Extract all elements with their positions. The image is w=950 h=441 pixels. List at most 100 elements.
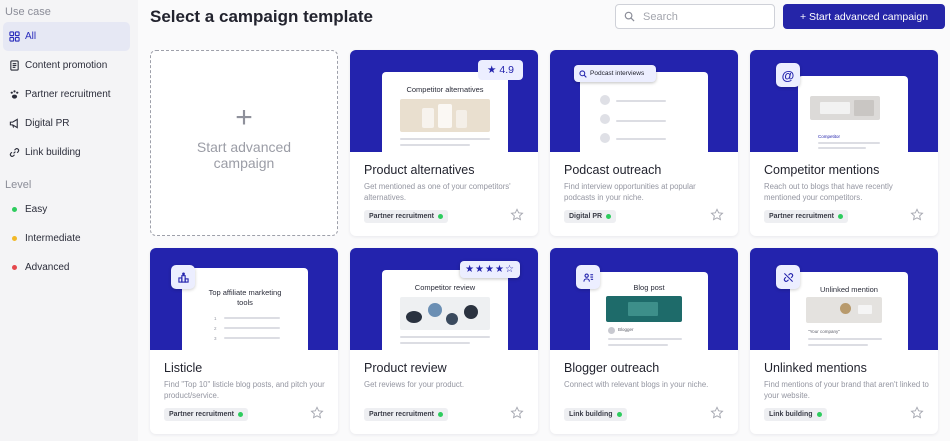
card-tag-label: Partner recruitment (169, 411, 234, 418)
user-list-icon (576, 265, 600, 289)
template-card-listicle[interactable]: Top affiliate marketing tools 1 2 3 List… (150, 248, 338, 434)
favorite-star-icon[interactable] (510, 208, 524, 222)
card-tag-label: Partner recruitment (369, 411, 434, 418)
card-description: Reach out to blogs that have recently me… (764, 182, 893, 202)
search-icon (579, 69, 587, 78)
filter-digital-pr[interactable]: Digital PR (3, 109, 130, 138)
card-preview: Top affiliate marketing tools 1 2 3 (150, 248, 338, 350)
card-tag: Partner recruitment (364, 408, 448, 421)
template-card-blogger-outreach[interactable]: Blog post Blogger Blogger outreach Conne… (550, 248, 738, 434)
preview-caption: Blogger (618, 327, 634, 332)
template-card-podcast-outreach[interactable]: Podcast interviews Podcast outreach Find… (550, 50, 738, 236)
star-filled-icon: ★★★★ (465, 264, 505, 275)
easy-dot-icon (12, 207, 17, 212)
card-preview: Competitor review ★★★★ ☆ (350, 248, 538, 350)
preview-title: Podcast interviews (590, 70, 645, 77)
card-title: Unlinked mentions (764, 361, 867, 375)
tag-dot-icon (837, 214, 843, 219)
favorite-star-icon[interactable] (510, 406, 524, 420)
preview-image (400, 297, 490, 330)
card-preview: Unlinked mention "Your company" (750, 248, 938, 350)
preview-window: Competitor (798, 76, 908, 152)
template-card-unlinked-mentions[interactable]: Unlinked mention "Your company" Unlinked… (750, 248, 938, 434)
favorite-star-icon[interactable] (910, 406, 924, 420)
start-advanced-campaign-card[interactable]: + Start advanced campaign (150, 50, 338, 236)
preview-image (400, 99, 490, 132)
favorite-star-icon[interactable] (710, 406, 724, 420)
filter-all-label: All (25, 31, 37, 42)
card-preview: Blog post Blogger (550, 248, 738, 350)
preview-search-pill: Podcast interviews (574, 65, 656, 82)
advanced-dot-icon (12, 265, 17, 270)
document-icon (9, 60, 20, 71)
card-description: Connect with relevant blogs in your nich… (564, 380, 709, 389)
filter-level-advanced-label: Advanced (25, 262, 70, 273)
card-tag-label: Link building (769, 411, 813, 418)
card-description: Find mentions of your brand that aren't … (764, 380, 929, 400)
star-filled-icon: ★ (486, 64, 497, 76)
template-card-competitor-mentions[interactable]: Competitor @ Competitor mentions Reach o… (750, 50, 938, 236)
page-title: Select a campaign template (150, 7, 373, 26)
preview-window: Unlinked mention "Your company" (790, 272, 908, 350)
plus-icon: + (235, 101, 253, 134)
star-empty-icon: ☆ (504, 264, 515, 275)
filter-level-easy[interactable]: Easy (3, 195, 130, 224)
megaphone-icon (9, 118, 20, 129)
podium-icon (171, 265, 195, 289)
filter-content-promotion[interactable]: Content promotion (3, 51, 130, 80)
filter-link-building-label: Link building (25, 147, 81, 158)
preview-title: Blog post (633, 283, 665, 292)
preview-title: Unlinked mention (820, 285, 878, 294)
filter-level-intermediate-label: Intermediate (25, 233, 81, 244)
filter-link-building[interactable]: Link building (3, 138, 130, 167)
template-card-product-alternatives[interactable]: Competitor alternatives ★ 4.9 Product alt… (350, 50, 538, 236)
card-tag: Link building (564, 408, 627, 421)
search-input[interactable] (643, 10, 763, 23)
star-rating-badge: ★★★★ ☆ (460, 261, 520, 278)
card-title: Competitor mentions (764, 163, 880, 177)
start-advanced-campaign-button[interactable]: + Start advanced campaign (783, 4, 945, 29)
card-description: Find interview opportunities at popular … (564, 182, 696, 202)
filter-partner-recruitment[interactable]: Partner recruitment (3, 80, 130, 109)
preview-image (810, 96, 880, 120)
tag-dot-icon (237, 412, 243, 417)
favorite-star-icon[interactable] (910, 208, 924, 222)
filter-level-easy-label: Easy (25, 204, 48, 215)
card-tag: Digital PR (564, 210, 617, 223)
card-description: Find "Top 10" listicle blog posts, and p… (164, 380, 325, 400)
rating-value: 4.9 (499, 64, 515, 76)
preview-window: Top affiliate marketing tools 1 2 3 (182, 268, 308, 350)
card-tag: Link building (764, 408, 827, 421)
preview-title: Competitor review (414, 283, 476, 292)
favorite-star-icon[interactable] (710, 208, 724, 222)
broken-link-icon (776, 265, 800, 289)
start-advanced-campaign-label: Start advanced campaign (196, 139, 292, 171)
card-title: Listicle (164, 361, 203, 375)
tag-dot-icon (616, 412, 622, 417)
template-card-product-review[interactable]: Competitor review ★★★★ ☆ Product review G… (350, 248, 538, 434)
intermediate-dot-icon (12, 236, 17, 241)
favorite-star-icon[interactable] (310, 406, 324, 420)
preview-window: Competitor review (382, 270, 508, 350)
card-tag-label: Link building (569, 411, 613, 418)
card-tag: Partner recruitment (764, 210, 848, 223)
filter-level-intermediate[interactable]: Intermediate (3, 224, 130, 253)
preview-title: Competitor alternatives (406, 85, 484, 94)
filter-level-advanced[interactable]: Advanced (3, 253, 130, 282)
paw-icon (9, 89, 20, 100)
card-preview: Podcast interviews (550, 50, 738, 152)
search-box[interactable] (615, 4, 775, 29)
sidebar: Use case All Content promotion Partner r… (0, 0, 138, 441)
card-tag: Partner recruitment (164, 408, 248, 421)
tag-dot-icon (437, 412, 443, 417)
card-tag-label: Partner recruitment (369, 213, 434, 220)
preview-title: Top affiliate marketing tools (208, 288, 282, 307)
preview-image (806, 297, 882, 323)
link-icon (9, 147, 20, 158)
card-tag-label: Digital PR (569, 213, 603, 220)
card-preview: Competitor alternatives ★ 4.9 (350, 50, 538, 152)
filter-content-promotion-label: Content promotion (25, 60, 108, 71)
filter-all[interactable]: All (3, 22, 130, 51)
tag-dot-icon (437, 214, 443, 219)
card-description: Get mentioned as one of your competitors… (364, 182, 511, 202)
